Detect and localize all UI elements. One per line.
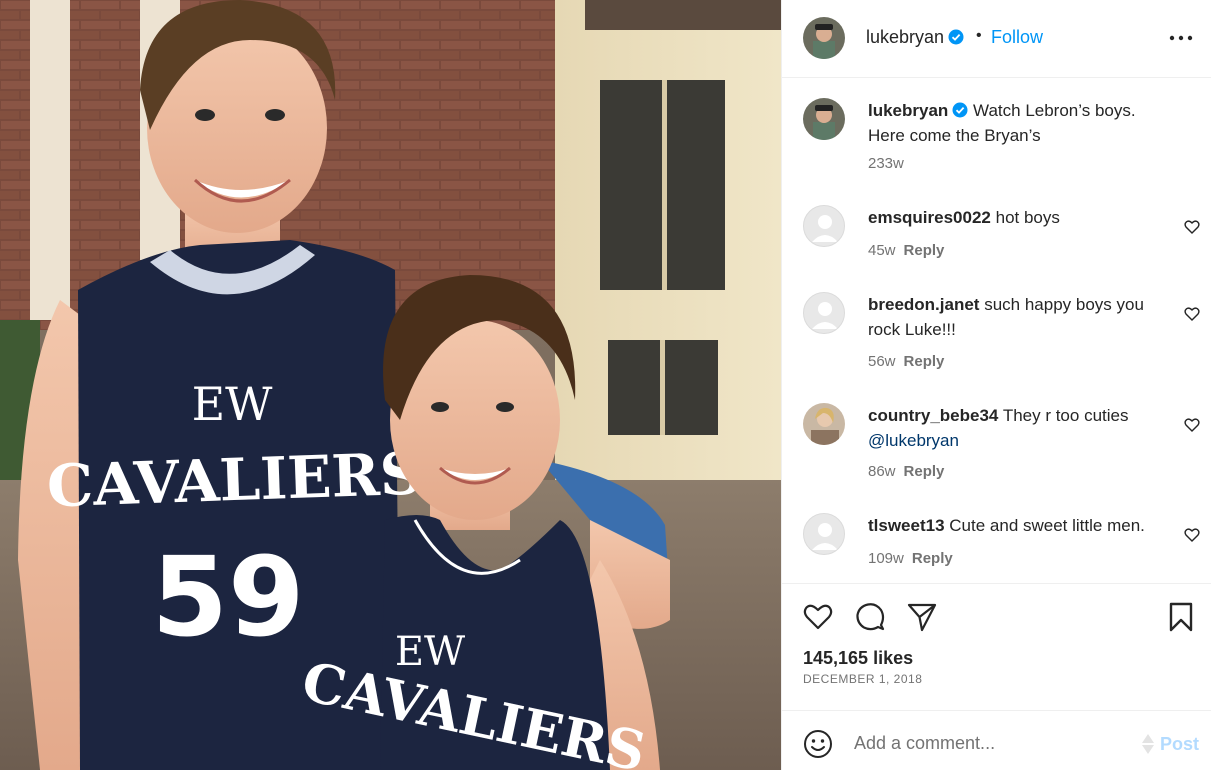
comment-composer: Post	[782, 710, 1211, 770]
comment-like-icon[interactable]	[1184, 417, 1200, 433]
post-header: lukebryan • Follow	[782, 0, 1211, 78]
caption-time[interactable]: 233w	[868, 155, 904, 172]
comment-meta: 45w Reply	[868, 242, 944, 259]
default-avatar-icon	[812, 302, 838, 329]
more-options-icon[interactable]	[1166, 28, 1196, 48]
comment-avatar[interactable]	[803, 403, 845, 445]
header-separator: •	[976, 27, 982, 44]
post-logo-icon	[1142, 734, 1154, 754]
big-jersey-logo: EW	[192, 377, 274, 431]
comment-body: breedon.janet such happy boys you rock L…	[868, 292, 1168, 342]
share-send-icon[interactable]	[906, 601, 938, 633]
post-details-panel: lukebryan • Follow lukebryan Watch Lebro…	[781, 0, 1211, 770]
big-jersey-number: 59	[151, 533, 304, 661]
small-jersey-logo: EW	[395, 629, 465, 675]
reply-button[interactable]: Reply	[904, 353, 945, 370]
comment-bubble-icon[interactable]	[854, 601, 886, 633]
default-avatar-icon	[812, 523, 838, 550]
post-comment-button[interactable]: Post	[1160, 734, 1199, 755]
reply-button[interactable]: Reply	[912, 550, 953, 567]
likes-count[interactable]: 145,165 likes	[803, 648, 913, 669]
comment-username[interactable]: country_bebe34	[868, 406, 998, 425]
comment-avatar[interactable]	[803, 205, 845, 247]
follow-button[interactable]: Follow	[991, 27, 1043, 48]
big-jersey-team: CAVALIERS	[46, 439, 423, 520]
default-avatar-icon	[812, 215, 838, 242]
comment-like-icon[interactable]	[1184, 306, 1200, 322]
comment-avatar[interactable]	[803, 513, 845, 555]
post-photo[interactable]: EW CAVALIERS 59 EW CAVALIERS	[0, 0, 781, 770]
comment-body: country_bebe34 They r too cuties @lukebr…	[868, 403, 1168, 453]
like-heart-icon[interactable]	[802, 601, 834, 633]
caption-body: lukebryan Watch Lebron’s boys. Here come…	[868, 98, 1168, 148]
caption-username[interactable]: lukebryan	[868, 101, 948, 120]
comment-meta: 109w Reply	[868, 550, 953, 567]
author-username-text[interactable]: lukebryan	[866, 27, 944, 47]
author-avatar[interactable]	[803, 17, 845, 59]
verified-icon	[952, 102, 968, 118]
comment-text: Cute and sweet little men.	[949, 516, 1145, 535]
comment-meta: 86w Reply	[868, 463, 944, 480]
post-actions: 145,165 likes DECEMBER 1, 2018	[782, 583, 1211, 710]
comment-avatar[interactable]	[803, 292, 845, 334]
comment-like-icon[interactable]	[1184, 527, 1200, 543]
comment-time[interactable]: 109w	[868, 550, 904, 567]
emoji-icon[interactable]	[803, 729, 833, 759]
comments-list[interactable]: lukebryan Watch Lebron’s boys. Here come…	[782, 79, 1211, 582]
comment-avatar-image	[803, 403, 845, 445]
comment-like-icon[interactable]	[1184, 219, 1200, 235]
caption-meta: 233w	[868, 155, 904, 172]
comment-meta: 56w Reply	[868, 353, 944, 370]
caption-avatar[interactable]	[803, 98, 845, 140]
author-username[interactable]: lukebryan	[866, 27, 964, 48]
comment-username[interactable]: tlsweet13	[868, 516, 945, 535]
comment-time[interactable]: 56w	[868, 353, 896, 370]
comment-input[interactable]	[854, 728, 1134, 758]
post-date: DECEMBER 1, 2018	[803, 672, 923, 686]
reply-button[interactable]: Reply	[904, 242, 945, 259]
post-image: EW CAVALIERS 59 EW CAVALIERS	[0, 0, 781, 770]
comment-text: They r too cuties	[1002, 406, 1129, 425]
bookmark-save-icon[interactable]	[1165, 601, 1197, 633]
reply-button[interactable]: Reply	[904, 463, 945, 480]
comment-time[interactable]: 86w	[868, 463, 896, 480]
comment-body: tlsweet13 Cute and sweet little men.	[868, 513, 1178, 538]
comment-username[interactable]: breedon.janet	[868, 295, 979, 314]
comment-time[interactable]: 45w	[868, 242, 896, 259]
comment-body: emsquires0022 hot boys	[868, 205, 1168, 230]
caption-avatar-image	[803, 98, 845, 140]
comment-text: hot boys	[995, 208, 1060, 227]
author-avatar-image	[803, 17, 845, 59]
comment-mention[interactable]: @lukebryan	[868, 431, 959, 450]
verified-icon	[948, 29, 964, 45]
comment-username[interactable]: emsquires0022	[868, 208, 991, 227]
